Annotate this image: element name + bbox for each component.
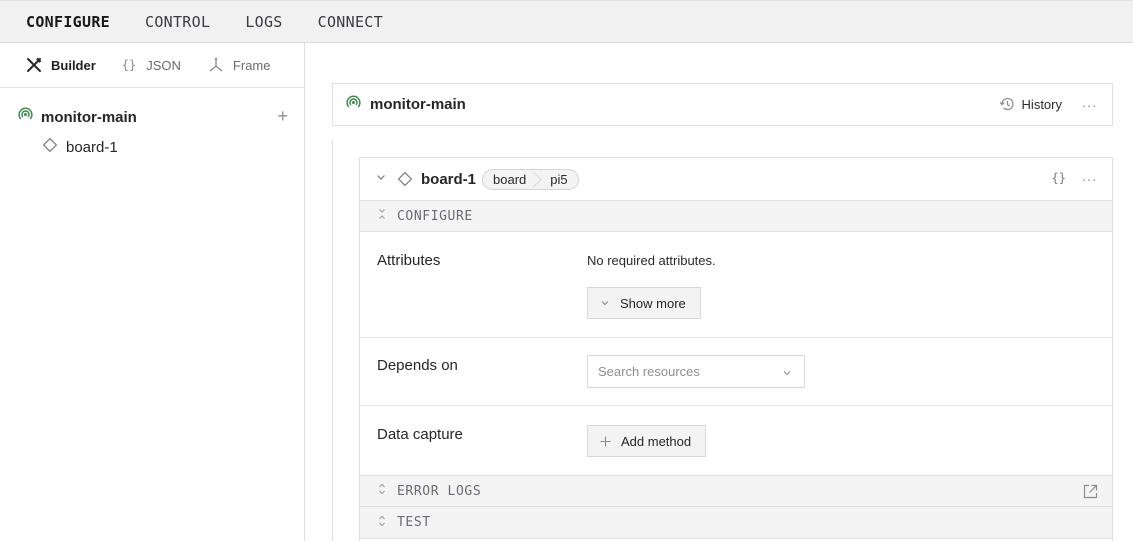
section-error-logs[interactable]: ERROR LOGS (360, 475, 1112, 507)
diamond-icon (42, 137, 58, 158)
machine-name: monitor-main (370, 96, 466, 113)
resource-header: board-1 board pi5 {} ··· (360, 158, 1112, 200)
search-resources-select[interactable]: Search resources (587, 355, 805, 388)
tree-item-board-1[interactable]: board-1 (42, 137, 118, 157)
tree-board-label: board-1 (66, 138, 118, 156)
resource-model: pi5 (550, 171, 568, 187)
resource-api: board (483, 170, 536, 189)
collapse-chevron-icon[interactable] (375, 170, 387, 188)
tab-configure[interactable]: CONFIGURE (26, 13, 110, 31)
machine-more-icon[interactable]: ··· (1082, 98, 1098, 112)
mode-json[interactable]: {} JSON (122, 58, 181, 73)
frame-axes-icon (207, 57, 225, 73)
sidebar: Builder {} JSON Frame monitor-main + boa… (0, 43, 305, 541)
resource-card: board-1 board pi5 {} ··· CONFIGURE Attri… (359, 157, 1113, 541)
history-label: History (1021, 96, 1062, 112)
section-test-label: TEST (397, 515, 431, 530)
show-more-label: Show more (620, 295, 686, 311)
machine-signal-icon (18, 107, 33, 127)
depends-on-row: Depends on Search resources (360, 338, 1112, 406)
tab-connect[interactable]: CONNECT (318, 13, 383, 31)
history-icon (999, 97, 1014, 111)
add-method-button[interactable]: Add method (587, 425, 707, 457)
section-error-logs-label: ERROR LOGS (397, 483, 482, 499)
collapse-icon (377, 207, 387, 225)
tools-icon (25, 57, 43, 73)
main-panel: monitor-main History ··· board-1 board p… (305, 43, 1133, 541)
expand-icon (377, 514, 387, 532)
data-capture-label: Data capture (377, 426, 463, 443)
chevron-down-icon (600, 298, 610, 308)
resource-name: board-1 (421, 170, 477, 188)
machine-signal-icon (346, 95, 361, 115)
add-resource-button[interactable]: + (277, 107, 288, 125)
resource-type-chip: board pi5 (482, 168, 579, 190)
depends-on-label: Depends on (377, 357, 458, 374)
section-configure[interactable]: CONFIGURE (360, 200, 1112, 232)
attributes-note: No required attributes. (587, 253, 716, 268)
mode-builder[interactable]: Builder (25, 57, 96, 73)
tree-connector (332, 140, 333, 541)
plus-icon (600, 436, 611, 447)
section-test[interactable]: TEST (360, 507, 1112, 539)
expand-icon (377, 482, 387, 500)
mode-builder-label: Builder (51, 57, 96, 73)
braces-icon: {} (121, 58, 137, 72)
data-capture-row: Data capture Add method (360, 406, 1112, 475)
show-more-button[interactable]: Show more (587, 287, 701, 319)
section-configure-label: CONFIGURE (397, 208, 473, 224)
resource-more-icon[interactable]: ··· (1082, 172, 1098, 186)
search-resources-placeholder: Search resources (598, 364, 700, 379)
tree-machine-label: monitor-main (41, 108, 137, 126)
mode-switcher: Builder {} JSON Frame (0, 43, 304, 88)
attributes-label: Attributes (377, 252, 441, 269)
diamond-icon (397, 171, 413, 187)
mode-json-label: JSON (146, 57, 181, 73)
tab-control[interactable]: CONTROL (145, 13, 210, 31)
tree-item-machine[interactable]: monitor-main + (18, 107, 294, 127)
history-button[interactable]: History (999, 96, 1062, 112)
top-nav: CONFIGURE CONTROL LOGS CONNECT (0, 0, 1133, 43)
open-external-icon[interactable] (1083, 484, 1098, 504)
tab-logs[interactable]: LOGS (245, 13, 282, 31)
mode-frame[interactable]: Frame (207, 57, 271, 73)
chevron-down-icon (782, 366, 792, 381)
braces-icon[interactable]: {} (1052, 171, 1066, 185)
add-method-label: Add method (621, 433, 692, 449)
mode-frame-label: Frame (232, 57, 271, 73)
machine-card: monitor-main History ··· (332, 83, 1113, 126)
attributes-row: Attributes No required attributes. Show … (360, 232, 1112, 338)
